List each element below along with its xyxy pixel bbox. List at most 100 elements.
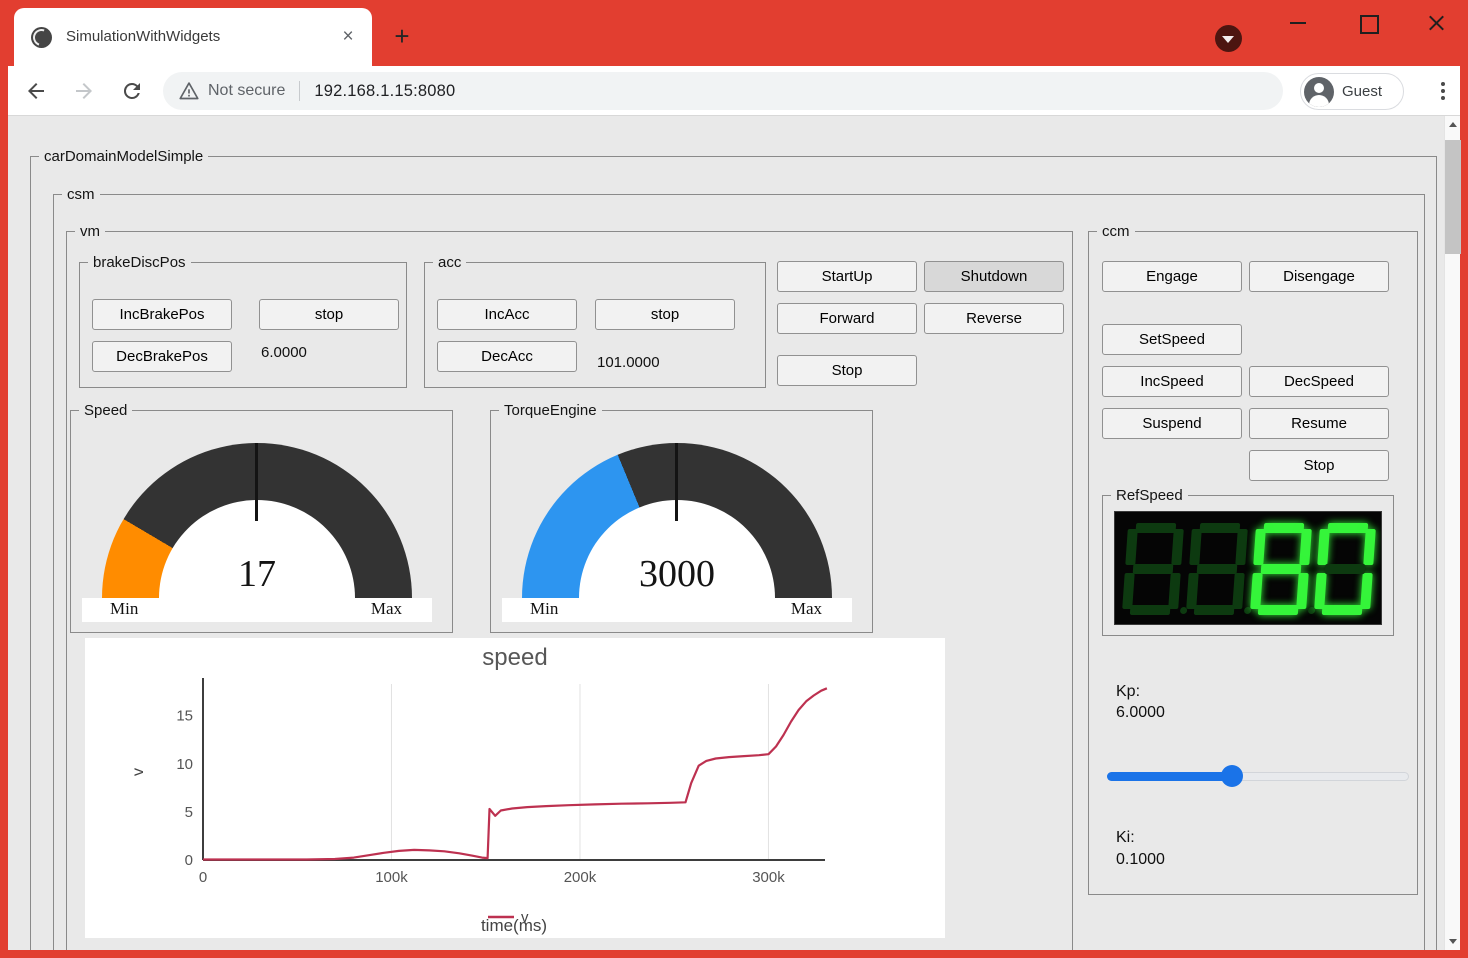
active-tab[interactable]: SimulationWithWidgets [14,8,372,66]
seven-seg-display [1114,511,1382,625]
tab-strip: SimulationWithWidgets + [0,0,1468,66]
ki-value: 0.1000 [1116,851,1165,869]
svg-text:v: v [521,909,529,926]
speed-chart: speed 0510150100k200k300kvtime(ms)v [85,638,945,938]
tab-close-icon[interactable] [336,25,360,49]
vm-stop-button[interactable]: Stop [777,355,917,386]
group-csm: csm vm brakeDiscPos IncBrakePos stop Dec… [53,194,1425,950]
decspeed-button[interactable]: DecSpeed [1249,366,1389,397]
vm-reverse-button[interactable]: Reverse [924,303,1064,334]
window-close-button[interactable] [1421,9,1451,39]
avatar [1304,77,1334,107]
speed-gauge: 17 Min Max [82,430,432,622]
back-button[interactable] [20,75,52,107]
chevron-down-icon [1222,36,1234,43]
gauge-value: 3000 [502,554,852,594]
group-torqueengine: TorqueEngine 3000 Min Max [490,410,873,633]
ccm-stop-button[interactable]: Stop [1249,450,1389,481]
tab-list-button[interactable] [1215,25,1242,52]
svg-text:time(ms): time(ms) [481,916,547,935]
decacc-button[interactable]: DecAcc [437,341,577,372]
url-text: 192.168.1.15:8080 [314,82,455,101]
engage-button[interactable]: Engage [1102,261,1242,292]
resume-button[interactable]: Resume [1249,408,1389,439]
gauge-scale: Min Max [502,598,852,622]
gauge-max-label: Max [791,599,822,619]
group-legend-outer: carDomainModelSimple [39,147,208,166]
svg-text:100k: 100k [375,869,408,886]
slider-fill [1107,772,1232,781]
kp-label: Kp: [1116,683,1140,701]
gauge-needle [675,443,678,521]
new-tab-button[interactable]: + [388,23,416,51]
reload-button[interactable] [116,75,148,107]
slider-thumb[interactable] [1221,765,1243,787]
profile-button[interactable]: Guest [1300,73,1404,110]
group-brakediscpos: brakeDiscPos IncBrakePos stop DecBrakePo… [79,262,407,388]
tab-favicon [31,27,52,48]
group-legend-speed: Speed [79,401,132,420]
seven-seg-digit [1314,523,1376,615]
group-speed: Speed 17 Min Max [70,410,453,633]
minimize-button[interactable] [1283,9,1313,39]
divider [299,81,300,101]
gauge-needle [255,443,258,521]
scroll-down-arrow[interactable] [1445,933,1461,950]
acc-stop-button[interactable]: stop [595,299,735,330]
group-ccm: ccm Engage Disengage SetSpeed IncSpeed D… [1088,231,1418,895]
decbrakepos-button[interactable]: DecBrakePos [92,341,232,372]
gauge-max-label: Max [371,599,402,619]
security-label: Not secure [208,82,285,100]
gauge-value: 17 [82,554,432,594]
group-legend-brake: brakeDiscPos [88,253,191,272]
maximize-button[interactable] [1352,9,1382,39]
gauge-min-label: Min [530,599,558,619]
tab-title: SimulationWithWidgets [66,28,220,45]
forward-button[interactable] [68,75,100,107]
group-refspeed: RefSpeed [1102,495,1394,636]
profile-label: Guest [1342,83,1382,100]
group-acc: acc IncAcc stop DecAcc 101.0000 [424,262,766,388]
svg-text:15: 15 [176,708,193,725]
group-legend-torque: TorqueEngine [499,401,602,420]
svg-text:5: 5 [185,804,193,821]
shutdown-button[interactable]: Shutdown [924,261,1064,292]
group-legend-ccm: ccm [1097,222,1135,241]
setspeed-button[interactable]: SetSpeed [1102,324,1242,355]
ki-label: Ki: [1116,829,1135,847]
incacc-button[interactable]: IncAcc [437,299,577,330]
group-legend-acc: acc [433,253,466,272]
brake-value: 6.0000 [261,344,307,361]
seven-seg-digit [1250,523,1312,615]
brake-stop-button[interactable]: stop [259,299,399,330]
svg-text:0: 0 [185,852,193,869]
group-legend-csm: csm [62,185,100,204]
scroll-thumb[interactable] [1445,140,1461,254]
torque-gauge: 3000 Min Max [502,430,852,622]
incbrakepos-button[interactable]: IncBrakePos [92,299,232,330]
suspend-button[interactable]: Suspend [1102,408,1242,439]
group-cardomainmodelsimple: carDomainModelSimple csm vm brakeDiscPos… [30,156,1437,950]
startup-button[interactable]: StartUp [777,261,917,292]
browser-toolbar: Not secure 192.168.1.15:8080 Guest [8,66,1460,116]
gauge-scale: Min Max [82,598,432,622]
incspeed-button[interactable]: IncSpeed [1102,366,1242,397]
kp-value: 6.0000 [1116,704,1165,722]
address-bar[interactable]: Not secure 192.168.1.15:8080 [163,72,1283,110]
group-legend-refspeed: RefSpeed [1111,486,1188,505]
svg-text:0: 0 [199,869,207,886]
group-vm: vm brakeDiscPos IncBrakePos stop DecBrak… [66,231,1073,950]
browser-window: SimulationWithWidgets + Not secure 192.1… [0,0,1468,958]
gauge-min-label: Min [110,599,138,619]
seven-seg-digit [1186,523,1248,615]
group-legend-vm: vm [75,222,105,241]
seven-seg-digit [1122,523,1184,615]
disengage-button[interactable]: Disengage [1249,261,1389,292]
scroll-up-arrow[interactable] [1445,116,1461,133]
svg-text:v: v [130,768,147,776]
vm-forward-button[interactable]: Forward [777,303,917,334]
page-scrollbar[interactable] [1444,116,1460,950]
kp-slider[interactable] [1107,765,1409,787]
chart-canvas: 0510150100k200k300kvtime(ms)v [85,638,945,938]
menu-button[interactable] [1427,75,1459,107]
